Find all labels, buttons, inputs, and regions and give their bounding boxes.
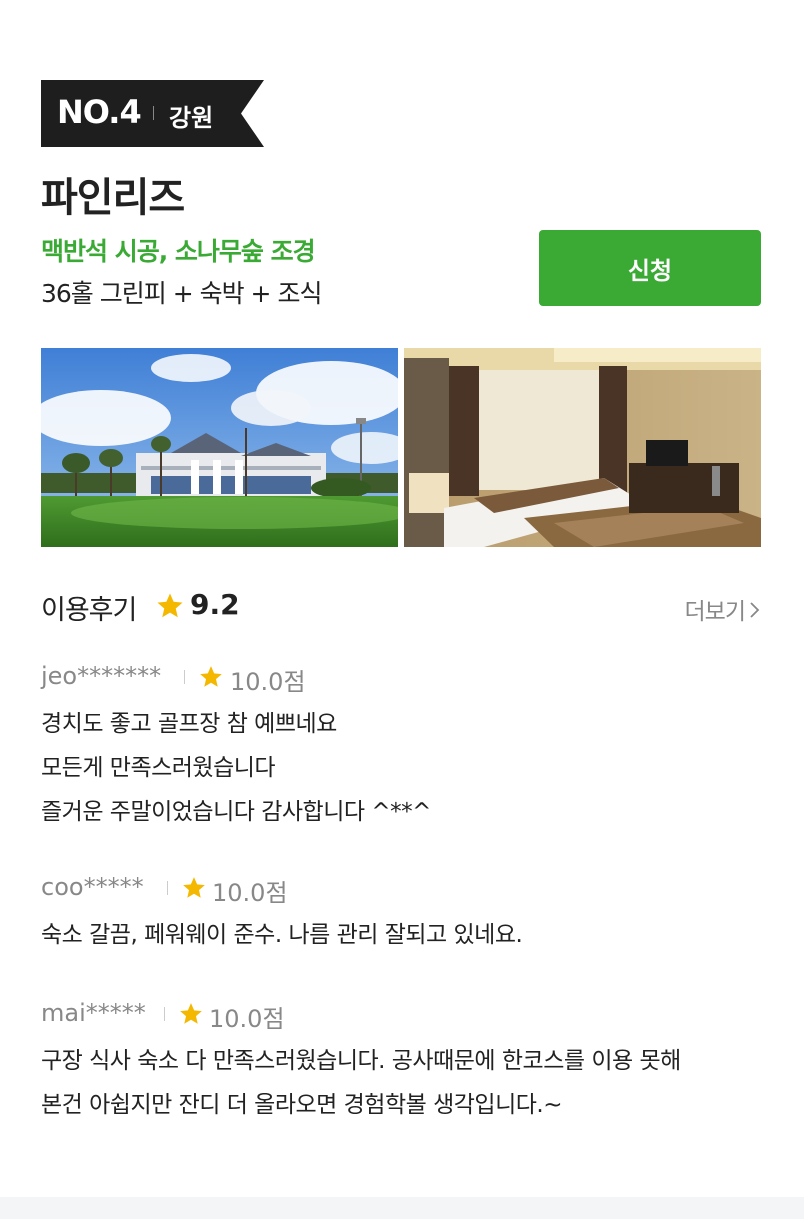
review-score: 10.0점 [230, 668, 306, 696]
rank-number: NO.4 [57, 93, 142, 131]
footer-divider-band [0, 1197, 804, 1219]
more-reviews-link[interactable]: 더보기 [685, 592, 761, 626]
review-divider [167, 881, 168, 895]
reviews-average-score: 9.2 [190, 588, 240, 621]
review-text-line: 구장 식사 숙소 다 만족스러웠습니다. 공사때문에 한코스를 이용 못해 [41, 1048, 681, 1074]
review-divider [184, 670, 185, 684]
review-text-line: 즐거운 주말이었습니다 감사합니다 ^**^ [41, 799, 431, 825]
rank-divider [153, 106, 154, 120]
rank-badge: NO.4 강원 [41, 80, 264, 147]
rank-region: 강원 [169, 104, 214, 132]
review-text-line: 본건 아쉽지만 잔디 더 올라오면 경험학볼 생각입니다.~ [41, 1092, 562, 1118]
review-divider [164, 1007, 165, 1021]
review-user: jeo******* [41, 662, 162, 690]
more-label: 더보기 [684, 599, 746, 625]
star-icon [200, 666, 222, 687]
review-text-line: 모든게 만족스러웠습니다 [41, 755, 276, 781]
review-item: mai***** 10.0점 구장 식사 숙소 다 만족스러웠습니다. 공사때문… [41, 999, 761, 1127]
review-score: 10.0점 [212, 879, 288, 907]
review-text-line: 경치도 좋고 골프장 참 예쁘네요 [41, 711, 337, 737]
star-icon [157, 593, 183, 618]
review-text-line: 숙소 갈끔, 페워웨이 준수. 나름 관리 잘되고 있네요. [41, 922, 523, 948]
review-user: coo***** [41, 873, 144, 901]
golf-clubhouse-photo[interactable] [41, 348, 398, 547]
review-item: coo***** 10.0점 숙소 갈끔, 페워웨이 준수. 나름 관리 잘되고… [41, 873, 761, 957]
review-item: jeo******* 10.0점 경치도 좋고 골프장 참 예쁘네요 모든게 만… [41, 662, 761, 834]
review-score: 10.0점 [209, 1005, 285, 1033]
apply-button[interactable]: 신청 [539, 230, 761, 306]
review-user: mai***** [41, 999, 146, 1027]
star-icon [183, 877, 205, 898]
reviews-title: 이용후기 [41, 595, 137, 626]
hotel-room-photo[interactable] [404, 348, 761, 547]
star-icon [180, 1003, 202, 1024]
course-package: 36홀 그린피 + 숙박 + 조식 [41, 279, 322, 308]
chevron-right-icon [749, 599, 761, 625]
reviews-header: 이용후기 9.2 더보기 [41, 588, 761, 626]
course-highlight: 맥반석 시공, 소나무숲 조경 [41, 237, 316, 266]
course-title: 파인리즈 [41, 175, 185, 221]
